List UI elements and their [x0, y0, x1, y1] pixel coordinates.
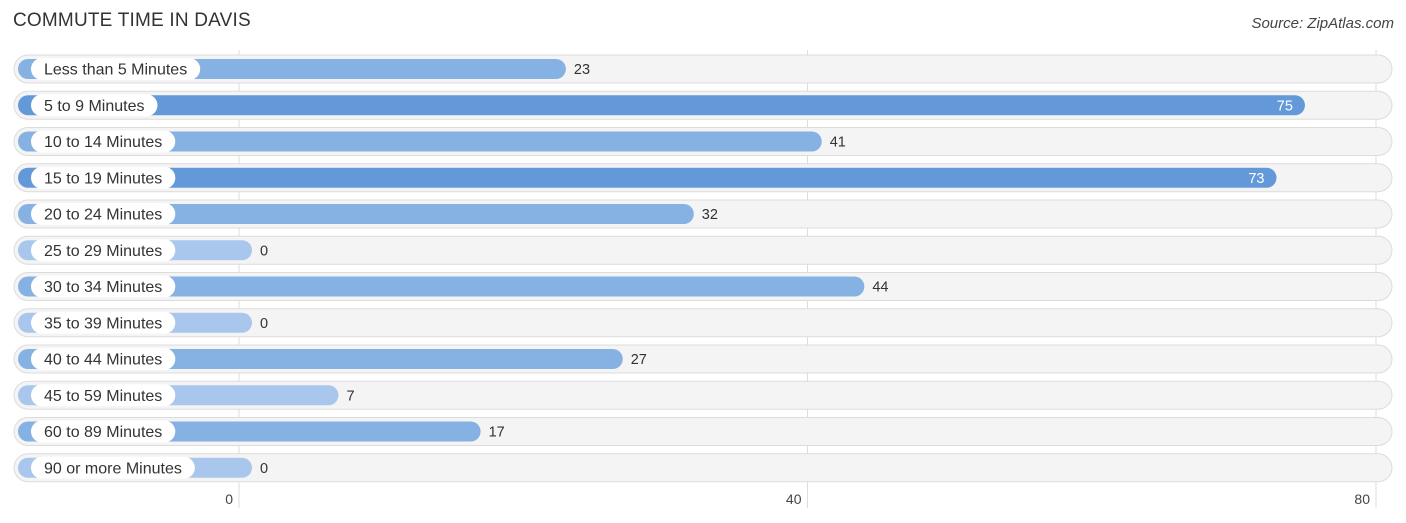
- x-tick-label: 0: [225, 491, 233, 507]
- value-label: 23: [574, 62, 590, 78]
- value-label: 27: [631, 352, 647, 368]
- bar-label: 30 to 34 Minutes: [44, 279, 162, 296]
- bar: [18, 167, 1277, 188]
- bar-label: 15 to 19 Minutes: [44, 170, 162, 187]
- value-label: 75: [1277, 98, 1293, 114]
- bar-label: 20 to 24 Minutes: [44, 207, 162, 224]
- value-label: 0: [260, 243, 268, 259]
- x-tick-label: 80: [1354, 491, 1370, 507]
- bar-label: 5 to 9 Minutes: [44, 98, 145, 115]
- bar-chart: Less than 5 Minutes 23 5 to 9 Minutes 75 10 …: [13, 50, 1393, 508]
- bar-label: 45 to 59 Minutes: [44, 388, 162, 405]
- bar-label: Less than 5 Minutes: [44, 62, 187, 79]
- value-label: 17: [489, 425, 505, 441]
- bar: [18, 95, 1305, 116]
- value-label: 73: [1248, 171, 1264, 187]
- x-tick-label: 40: [786, 491, 802, 507]
- bar-label: 25 to 29 Minutes: [44, 243, 162, 260]
- value-label: 32: [702, 207, 718, 223]
- value-label: 44: [872, 280, 888, 296]
- bar-label: 40 to 44 Minutes: [44, 352, 162, 369]
- bar-label: 90 or more Minutes: [44, 460, 182, 477]
- bar-label: 35 to 39 Minutes: [44, 315, 162, 332]
- value-label: 41: [830, 135, 846, 151]
- bar-label: 10 to 14 Minutes: [44, 134, 162, 151]
- value-label: 0: [260, 316, 268, 332]
- bar-label: 60 to 89 Minutes: [44, 424, 162, 441]
- value-label: 0: [260, 461, 268, 477]
- value-label: 7: [346, 388, 354, 404]
